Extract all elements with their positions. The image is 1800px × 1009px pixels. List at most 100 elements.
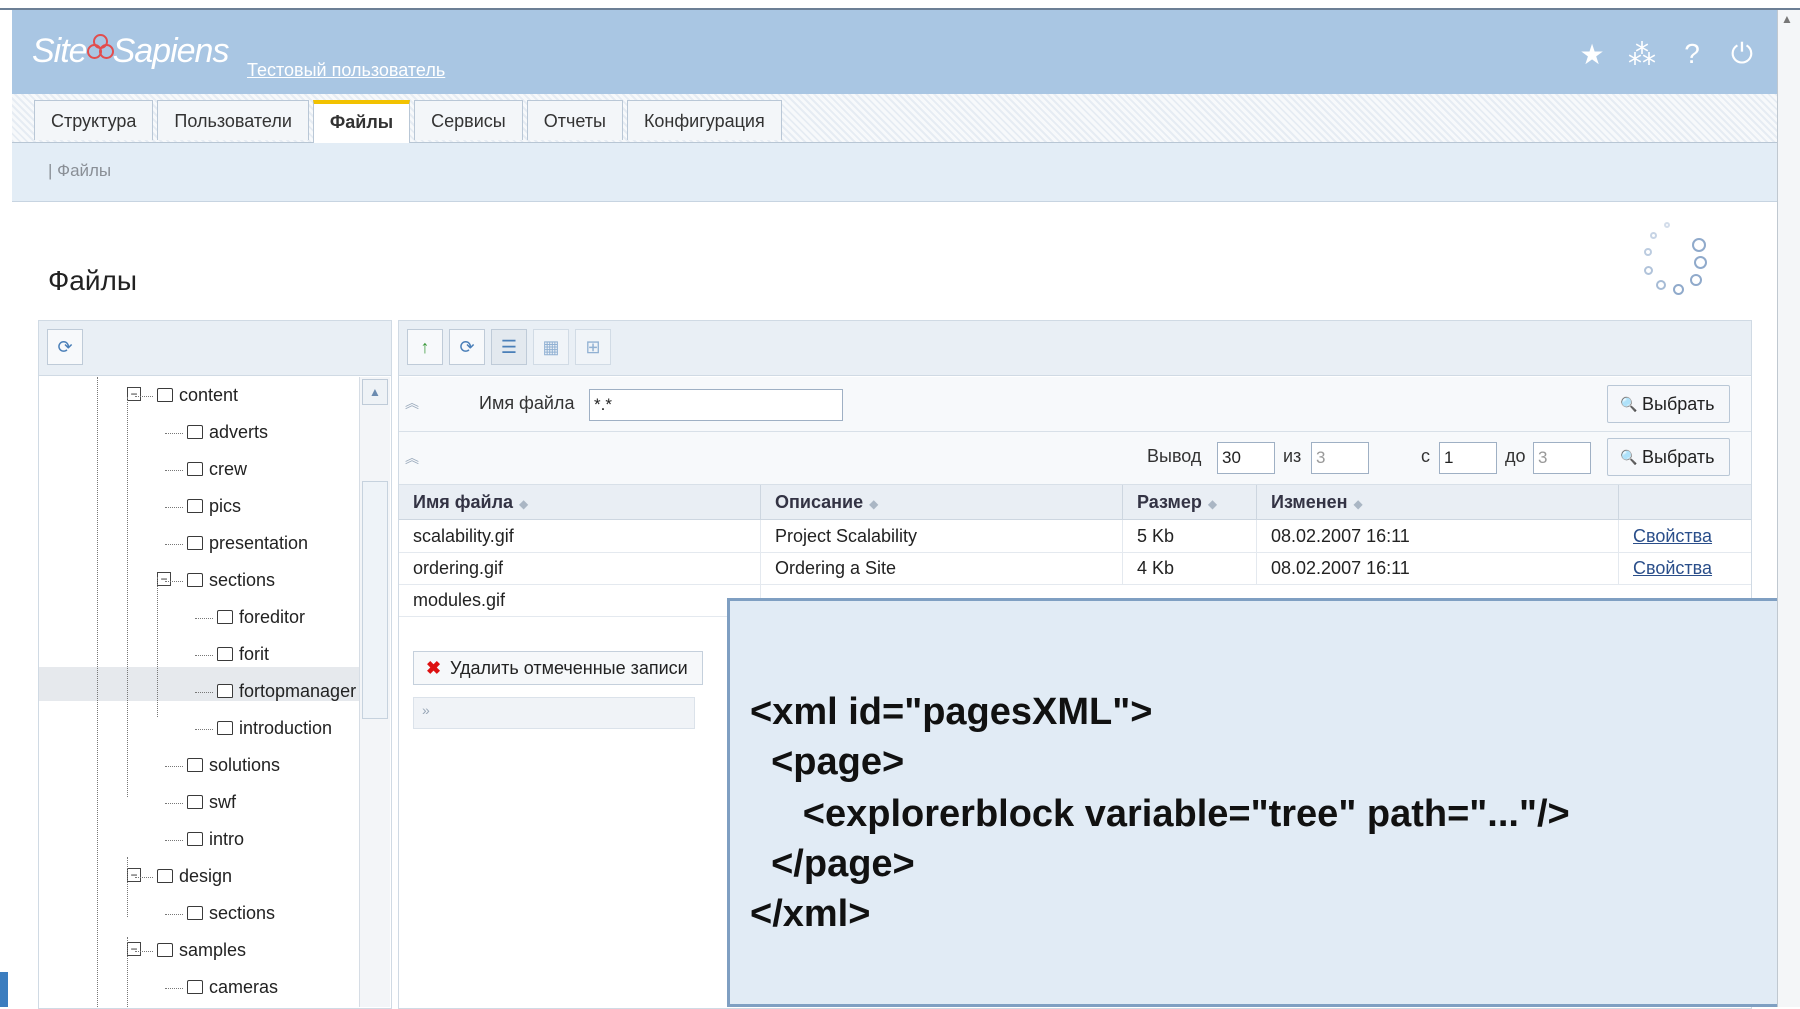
folder-icon (217, 721, 233, 735)
tree-node[interactable]: pics (187, 496, 241, 517)
list-view-icon[interactable]: ☰ (491, 329, 527, 365)
paging-select-button[interactable]: 🔍 Выбрать (1607, 438, 1730, 476)
collapse-chevron-icon[interactable]: ︽ (405, 393, 419, 413)
power-icon[interactable]: ⏻ (1727, 38, 1757, 71)
table-row[interactable]: modules.gif (399, 584, 761, 617)
collapse-toggle-icon[interactable]: − (127, 387, 141, 401)
scroll-up-icon[interactable]: ▲ (362, 379, 388, 405)
tree-node-label: introduction (239, 718, 333, 738)
tree-connector (165, 581, 183, 582)
folder-icon (187, 832, 203, 846)
filter-select-button[interactable]: 🔍 Выбрать (1607, 385, 1730, 423)
corner-accent (0, 972, 8, 1007)
tree-node[interactable]: − samples (127, 940, 246, 961)
tree-node[interactable]: − design (127, 866, 232, 887)
tree-connector (165, 914, 183, 915)
tree-toolbar: ⟳ (39, 321, 391, 376)
tree-node[interactable]: intro (187, 829, 244, 850)
col-modified[interactable]: Изменен ◆ (1257, 485, 1619, 519)
cell-description: Project Scalability (761, 520, 1123, 552)
table-row[interactable]: scalability.gif Project Scalability 5 Kb 08… (399, 520, 1751, 553)
tree-node-label: fortopmanager (239, 681, 357, 701)
tree-node[interactable]: − sections (157, 570, 275, 591)
col-description[interactable]: Описание ◆ (761, 485, 1123, 519)
tab-files[interactable]: Файлы (312, 100, 411, 143)
breadcrumb-bar: | Файлы (12, 143, 1777, 202)
collapse-toggle-icon[interactable]: − (157, 572, 171, 586)
tree-node[interactable]: presentation (187, 533, 308, 554)
tree-refresh-icon[interactable]: ⟳ (47, 329, 83, 365)
delete-selected-button[interactable]: ✖ Удалить отмеченные записи (413, 651, 703, 685)
logo-rings-icon (86, 32, 114, 62)
cell-size: 5 Kb (1123, 520, 1257, 552)
share-icon[interactable]: ⁂ (1627, 38, 1657, 71)
app-header: Site Sapiens Тестовый пользователь ★ ⁂ ? … (12, 10, 1777, 94)
grid-view-icon[interactable]: ⊞ (575, 329, 611, 365)
user-link[interactable]: Тестовый пользователь (247, 60, 445, 81)
tree-connector (127, 937, 128, 1007)
scroll-up-icon[interactable]: ▲ (1781, 12, 1793, 26)
page-title: Файлы (48, 265, 137, 296)
filename-input[interactable] (589, 389, 843, 421)
collapse-toggle-icon[interactable]: − (127, 868, 141, 882)
output-count-input[interactable] (1217, 442, 1275, 474)
pager-next-icon[interactable]: » (422, 702, 430, 718)
tree-node-label: intro (209, 829, 245, 849)
tree-connector (165, 544, 183, 545)
tab-configuration[interactable]: Конфигурация (626, 100, 782, 140)
tree-node[interactable]: cameras (187, 977, 278, 998)
cell-description: Ordering a Site (761, 552, 1123, 584)
tree-node[interactable]: crew (187, 459, 247, 480)
properties-link[interactable]: Свойства (1633, 526, 1712, 546)
folder-icon (187, 462, 203, 476)
filename-filter-row: ︽ Имя файла 🔍Выбрать (399, 377, 1751, 432)
properties-link[interactable]: Свойства (1633, 558, 1712, 578)
tree-node-label: swf (209, 792, 236, 812)
tree-connector (165, 470, 183, 471)
tree-node[interactable]: solutions (187, 755, 280, 776)
tree-node[interactable]: swf (187, 792, 236, 813)
logo: Site Sapiens (32, 32, 229, 70)
up-arrow-icon[interactable]: ↑ (407, 329, 443, 365)
folder-icon (217, 684, 233, 698)
cell-actions: Свойства (1619, 520, 1751, 552)
table-view-icon[interactable]: ▦ (533, 329, 569, 365)
from-input[interactable] (1439, 442, 1497, 474)
col-filename[interactable]: Имя файла ◆ (399, 485, 761, 519)
help-icon[interactable]: ? (1677, 38, 1707, 71)
scroll-thumb[interactable] (362, 481, 388, 719)
main-tabs-bar: Структура Пользователи Файлы Сервисы Отч… (12, 94, 1777, 143)
cell-filename: scalability.gif (399, 520, 761, 552)
collapse-chevron-icon-2[interactable]: ︽ (405, 448, 419, 468)
tab-users[interactable]: Пользователи (157, 100, 309, 140)
tree-connector (195, 655, 213, 656)
tab-structure[interactable]: Структура (34, 100, 154, 140)
tree-node[interactable]: forit (217, 644, 269, 665)
tree-connector (97, 377, 98, 1007)
to-input[interactable] (1533, 442, 1591, 474)
tree-scrollbar[interactable]: ▲ (359, 377, 390, 1007)
folder-icon (157, 943, 173, 957)
tree-node[interactable]: foreditor (217, 607, 305, 628)
tree-node-label: crew (209, 459, 248, 479)
refresh-icon[interactable]: ⟳ (449, 329, 485, 365)
tree-node[interactable]: − content (127, 385, 238, 406)
window-scrollbar[interactable]: ▲ (1777, 10, 1800, 1007)
tab-services[interactable]: Сервисы (414, 100, 523, 140)
of-count-input[interactable] (1311, 442, 1369, 474)
folder-icon (187, 795, 203, 809)
tree-node[interactable]: adverts (187, 422, 268, 443)
paging-filter-row: ︽ Вывод из с до 🔍Выбрать (399, 432, 1751, 485)
delete-label: Удалить отмеченные записи (450, 658, 688, 678)
tree-node[interactable]: sections (187, 903, 275, 924)
cell-actions: Свойства (1619, 552, 1751, 584)
folder-icon (187, 573, 203, 587)
table-row[interactable]: ordering.gif Ordering a Site 4 Kb 08.02.200… (399, 552, 1751, 585)
tree-node[interactable]: introduction (217, 718, 332, 739)
col-size[interactable]: Размер ◆ (1123, 485, 1257, 519)
tab-reports[interactable]: Отчеты (526, 100, 623, 140)
collapse-toggle-icon[interactable]: − (127, 942, 141, 956)
star-icon[interactable]: ★ (1577, 38, 1607, 71)
tree-node-label: cameras (209, 977, 279, 997)
tree-node[interactable]: fortopmanager (217, 681, 356, 702)
